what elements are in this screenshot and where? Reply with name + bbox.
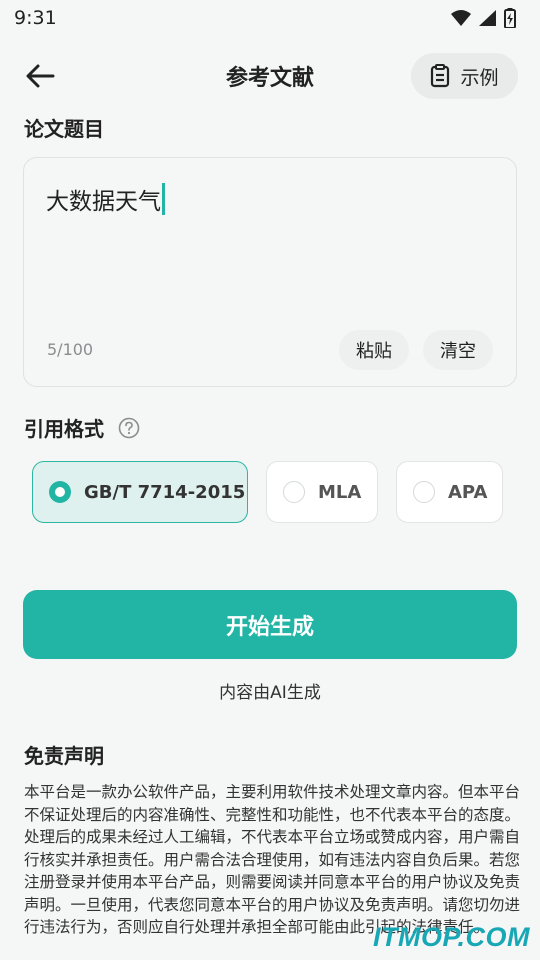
paper-title-value-wrap: 大数据天气 (46, 182, 165, 216)
disclaimer-text: 本平台是一款办公软件产品，主要利用软件技术处理文章内容。但本平台不保证处理后的内… (24, 783, 521, 936)
format-option-apa[interactable]: APA (396, 461, 503, 523)
signal-icon (479, 10, 496, 26)
clipboard-icon (431, 64, 450, 88)
arrow-left-icon (26, 64, 55, 88)
question-circle-icon[interactable] (118, 417, 140, 439)
status-bar: 9:31 (0, 0, 540, 36)
citation-format-options: GB/T 7714-2015 MLA APA (0, 461, 540, 523)
app-header: 参考文献 示例 (0, 36, 540, 116)
format-option-gbt[interactable]: GB/T 7714-2015 (32, 461, 248, 523)
battery-icon (504, 8, 516, 28)
radio-checked-icon (49, 481, 71, 503)
paper-title-value: 大数据天气 (46, 189, 161, 215)
format-option-label: MLA (318, 481, 362, 503)
radio-unchecked-icon (283, 481, 305, 503)
example-button[interactable]: 示例 (411, 53, 518, 99)
ai-generated-note: 内容由AI生成 (219, 683, 321, 703)
status-icons (451, 8, 516, 28)
citation-format-label: 引用格式 (24, 417, 104, 441)
disclaimer-title: 免责声明 (24, 744, 104, 768)
paste-button[interactable]: 粘贴 (339, 330, 409, 370)
watermark-logo: ITMOP.COM (372, 922, 530, 952)
clear-button[interactable]: 清空 (423, 330, 493, 370)
citation-format-header: 引用格式 (24, 413, 140, 442)
format-option-mla[interactable]: MLA (266, 461, 378, 523)
status-time: 9:31 (14, 7, 57, 29)
format-option-label: GB/T 7714-2015 (84, 481, 246, 503)
format-option-label: APA (448, 481, 488, 503)
paper-title-label: 论文题目 (24, 117, 104, 141)
text-caret (162, 183, 165, 215)
char-count: 5/100 (47, 340, 94, 359)
radio-unchecked-icon (413, 481, 435, 503)
generate-button[interactable]: 开始生成 (23, 590, 517, 659)
wifi-icon (451, 10, 471, 26)
example-button-label: 示例 (460, 66, 499, 89)
back-button[interactable] (20, 58, 60, 94)
paper-title-input[interactable]: 大数据天气 5/100 粘贴 清空 (23, 157, 517, 387)
page-title: 参考文献 (225, 66, 314, 91)
